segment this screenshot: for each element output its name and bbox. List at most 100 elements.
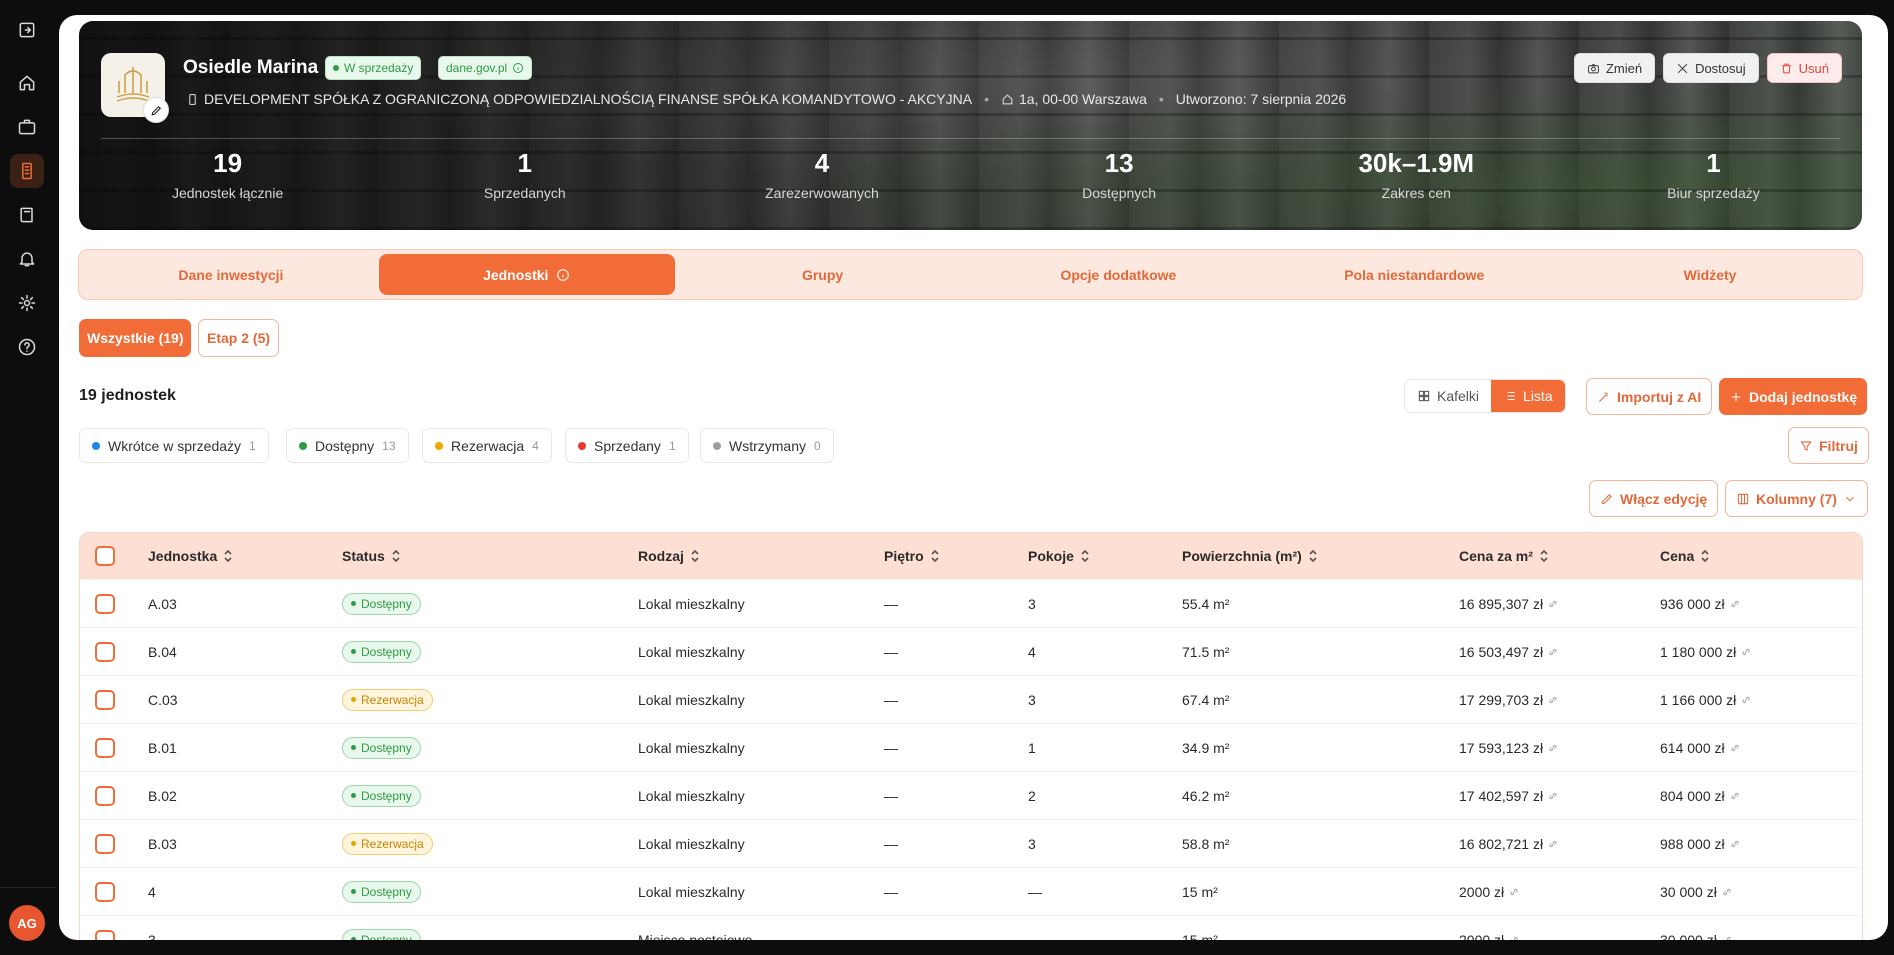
sort-icon (1540, 549, 1548, 563)
table-row[interactable]: C.03 Rezerwacja Lokal mieszkalny — 3 67.4 m² 1… (80, 675, 1862, 723)
status-filter-count: 1 (668, 438, 676, 453)
status-filter-coming-soon[interactable]: Wkrótce w sprzedaży 1 (79, 428, 269, 463)
status-filter-available[interactable]: Dostępny 13 (286, 428, 409, 463)
filter-button[interactable]: Filtruj (1788, 427, 1869, 464)
briefcase-icon[interactable] (10, 110, 44, 144)
add-unit-button[interactable]: Dodaj jednostkę (1719, 378, 1868, 415)
stat-label: Zakres cen (1381, 185, 1451, 201)
gear-icon[interactable] (10, 286, 44, 320)
adjust-photo-label: Dostosuj (1695, 60, 1746, 76)
cell-unit: 3 (148, 916, 156, 941)
main-panel: Osiedle Marina W sprzedaży dane.gov.pl D… (59, 15, 1888, 940)
tab-widgets[interactable]: Widżety (1562, 254, 1858, 295)
status-dot (435, 441, 443, 450)
table-row[interactable]: 4 Dostępny Lokal mieszkalny — — 15 m² 2000 zł 3… (80, 867, 1862, 915)
status-badge-label: Dostępny (361, 596, 412, 611)
status-filter-label: Wstrzymany (729, 437, 806, 454)
link-icon (1549, 648, 1557, 655)
column-header-price[interactable]: Cena (1660, 533, 1710, 579)
row-checkbox[interactable] (95, 628, 115, 675)
home-icon[interactable] (10, 66, 44, 100)
row-checkbox[interactable] (95, 580, 115, 627)
enable-edit-label: Włącz edycję (1620, 490, 1708, 507)
enable-edit-button[interactable]: Włącz edycję (1589, 480, 1719, 517)
row-checkbox[interactable] (95, 868, 115, 915)
cell-text: — (884, 595, 898, 612)
status-dot (351, 601, 356, 606)
row-checkbox[interactable] (95, 820, 115, 867)
tab-label: Grupy (801, 266, 844, 283)
sidebar-toggle-icon[interactable] (10, 13, 44, 47)
column-header-price-per-m2[interactable]: Cena za m² (1459, 533, 1549, 579)
plus-icon (1731, 392, 1741, 401)
cell-text: 1 180 000 zł (1660, 643, 1737, 660)
cell-type: Lokal mieszkalny (638, 724, 745, 771)
tab-groups[interactable]: Grupy (675, 254, 971, 295)
sort-icon (1081, 549, 1089, 563)
table-row[interactable]: B.01 Dostępny Lokal mieszkalny — 1 34.9 m² 17 … (80, 723, 1862, 771)
cell-text: 614 000 zł (1660, 739, 1725, 756)
gov-badge[interactable]: dane.gov.pl (438, 56, 533, 80)
pencil-icon (1601, 493, 1612, 504)
status-filter-on-hold[interactable]: Wstrzymany 0 (700, 428, 834, 463)
cell-unit: B.03 (148, 820, 177, 867)
cell-status: Dostępny (342, 628, 421, 675)
stage-all-chip[interactable]: Wszystkie (19) (79, 319, 192, 357)
tab-custom-fields[interactable]: Pola niestandardowe (1266, 254, 1562, 295)
building-icon[interactable] (10, 154, 44, 188)
row-checkbox[interactable] (95, 724, 115, 771)
status-filter-sold[interactable]: Sprzedany 1 (565, 428, 689, 463)
table-row[interactable]: B.04 Dostępny Lokal mieszkalny — 4 71.5 m² 16 … (80, 627, 1862, 675)
book-icon[interactable] (10, 198, 44, 232)
row-checkbox[interactable] (95, 772, 115, 819)
columns-dropdown[interactable]: Kolumny (7) (1725, 480, 1868, 517)
tab-investment-data[interactable]: Dane inwestycji (83, 254, 379, 295)
table-row[interactable]: A.03 Dostępny Lokal mieszkalny — 3 55.4 m² 16 … (80, 579, 1862, 627)
stat-label: Sprzedanych (483, 185, 566, 201)
list-view-button[interactable]: Lista (1491, 380, 1565, 412)
avatar[interactable]: AG (9, 905, 45, 941)
cell-text: B.03 (148, 835, 177, 852)
bell-icon[interactable] (10, 242, 44, 276)
tab-units[interactable]: Jednostki (378, 254, 675, 295)
created-date: Utworzono: 7 sierpnia 2026 (1175, 91, 1347, 107)
row-checkbox[interactable] (95, 916, 115, 940)
tiles-view-button[interactable]: Kafelki (1405, 380, 1491, 412)
tab-extra-options[interactable]: Opcje dodatkowe (970, 254, 1266, 295)
table-row[interactable]: 3 Dostępny Miejsce postojowe — — 15 m² 2000 zł… (80, 915, 1862, 940)
table-row[interactable]: B.03 Rezerwacja Lokal mieszkalny — 3 58.8 m² 1… (80, 819, 1862, 867)
stage-2-chip[interactable]: Etap 2 (5) (198, 319, 280, 357)
cell-text: 4 (1028, 643, 1036, 660)
select-all-checkbox[interactable] (95, 533, 115, 579)
cell-floor: — (884, 580, 898, 627)
status-badge: Dostępny (342, 640, 421, 663)
edit-logo-button[interactable] (143, 97, 169, 123)
link-icon (1549, 840, 1557, 847)
delete-photo-button[interactable]: Usuń (1766, 53, 1842, 83)
stat-label: Biur sprzedaży (1667, 185, 1760, 201)
column-header-rooms[interactable]: Pokoje (1028, 533, 1090, 579)
column-header-type[interactable]: Rodzaj (638, 533, 700, 579)
cell-status: Rezerwacja (342, 820, 433, 867)
column-header-unit[interactable]: Jednostka (148, 533, 233, 579)
table-row[interactable]: B.02 Dostępny Lokal mieszkalny — 2 46.2 m² 17 … (80, 771, 1862, 819)
stat-label: Zarezerwowanych (765, 185, 879, 201)
sidebar-divider (0, 887, 56, 888)
cell-price: 804 000 zł (1660, 772, 1741, 819)
help-icon[interactable] (10, 330, 44, 364)
row-checkbox[interactable] (95, 676, 115, 723)
change-photo-button[interactable]: Zmień (1573, 53, 1656, 83)
view-toggle: Kafelki Lista (1404, 379, 1566, 413)
column-header-area[interactable]: Powierzchnia (m²) (1182, 533, 1318, 579)
address: 1a, 00-00 Warszawa (1019, 91, 1147, 107)
adjust-photo-button[interactable]: Dostosuj (1663, 53, 1759, 83)
column-header-status[interactable]: Status (342, 533, 401, 579)
status-dot (351, 793, 356, 798)
chevron-down-icon (1846, 496, 1854, 501)
column-header-floor[interactable]: Piętro (884, 533, 940, 579)
cell-text: 1 (1028, 739, 1036, 756)
cell-type: Lokal mieszkalny (638, 580, 745, 627)
import-ai-button[interactable]: Importuj z AI (1586, 378, 1713, 415)
link-icon (1731, 840, 1739, 847)
status-filter-reserved[interactable]: Rezerwacja 4 (422, 428, 552, 463)
